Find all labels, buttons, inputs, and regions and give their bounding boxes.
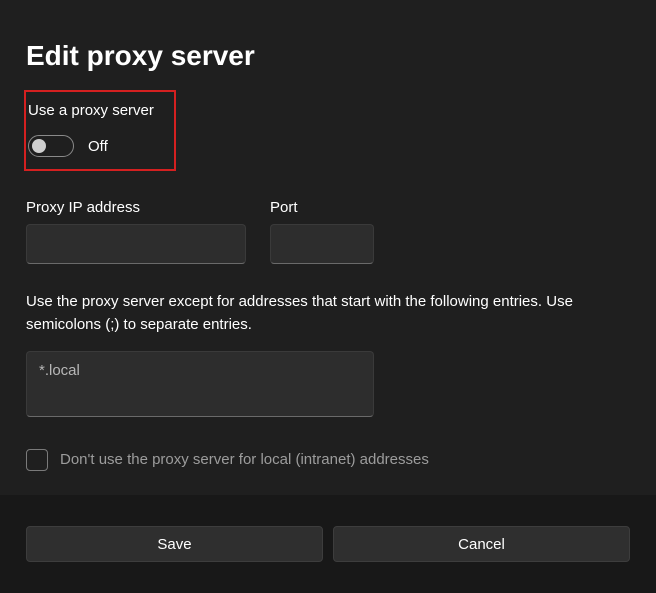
proxy-ip-input[interactable]	[26, 224, 246, 264]
ip-field-group: Proxy IP address	[26, 199, 246, 264]
edit-proxy-dialog: Edit proxy server Use a proxy server Off…	[0, 0, 656, 471]
local-bypass-checkbox[interactable]	[26, 449, 48, 471]
port-label: Port	[270, 199, 374, 216]
proxy-toggle-state: Off	[88, 138, 108, 155]
proxy-toggle-section: Use a proxy server Off	[24, 90, 176, 171]
local-bypass-label: Don't use the proxy server for local (in…	[60, 451, 429, 468]
address-port-row: Proxy IP address Port	[26, 199, 630, 264]
proxy-toggle-label: Use a proxy server	[26, 102, 164, 119]
proxy-toggle[interactable]	[28, 135, 74, 157]
port-field-group: Port	[270, 199, 374, 264]
dialog-title: Edit proxy server	[26, 40, 630, 72]
toggle-row: Off	[26, 135, 164, 157]
ip-label: Proxy IP address	[26, 199, 246, 216]
cancel-button[interactable]: Cancel	[333, 526, 630, 562]
local-bypass-row: Don't use the proxy server for local (in…	[26, 449, 630, 471]
dialog-button-bar: Save Cancel	[0, 495, 656, 593]
exceptions-description: Use the proxy server except for addresse…	[26, 290, 626, 337]
proxy-port-input[interactable]	[270, 224, 374, 264]
save-button[interactable]: Save	[26, 526, 323, 562]
toggle-knob	[32, 139, 46, 153]
exceptions-input[interactable]	[26, 351, 374, 417]
